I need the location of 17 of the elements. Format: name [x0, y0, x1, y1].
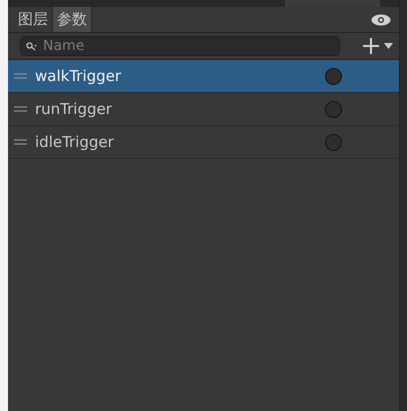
trigger-toggle[interactable] [325, 100, 342, 118]
drag-handle-icon[interactable] [14, 73, 27, 79]
drag-handle-icon[interactable] [14, 139, 27, 145]
parameter-name: runTrigger [35, 98, 113, 120]
add-icon[interactable] [362, 37, 380, 55]
eye-icon[interactable] [371, 14, 391, 26]
caret-icon[interactable] [384, 43, 393, 49]
drag-handle-icon[interactable] [14, 106, 27, 112]
parameter-name: idleTrigger [35, 132, 115, 153]
parameter-name: walkTrigger [35, 66, 122, 87]
parameter-row[interactable]: runTrigger [8, 93, 399, 126]
panel-tab[interactable]: 参数 [53, 7, 92, 32]
parameter-row[interactable]: idleTrigger [8, 126, 399, 159]
trigger-toggle[interactable] [325, 134, 342, 150]
parameter-row[interactable]: walkTrigger [8, 60, 399, 93]
trigger-toggle[interactable] [325, 68, 342, 84]
search-field[interactable]: Name [20, 36, 340, 56]
